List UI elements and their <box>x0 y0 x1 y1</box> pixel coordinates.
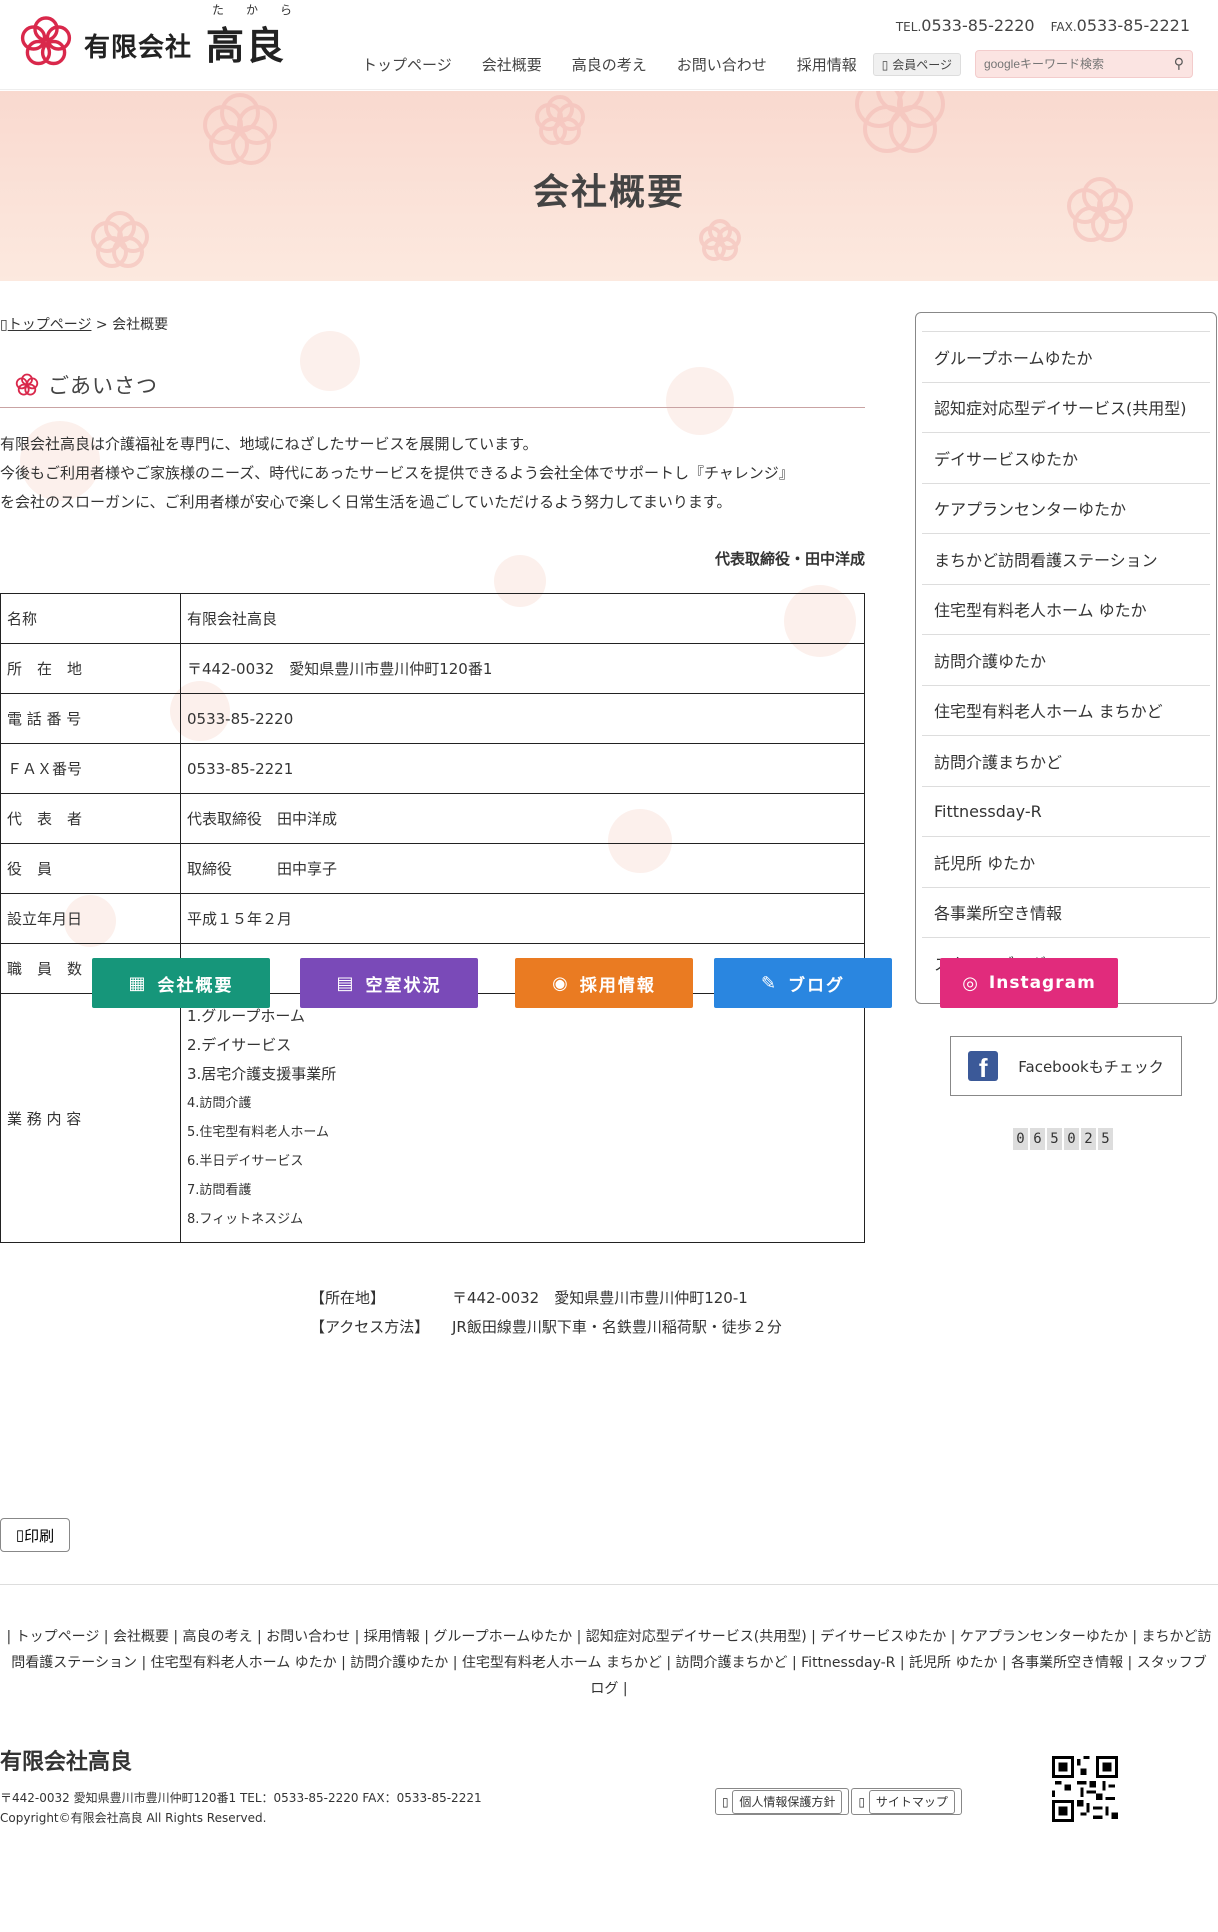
facebook-icon: f <box>968 1051 999 1081</box>
tel-number[interactable]: TEL.0533-85-2220 <box>896 16 1035 35</box>
visitor-counter: 0 6 5 0 2 5 <box>1013 1128 1113 1150</box>
grid-icon: ▤ <box>336 972 356 994</box>
search-input[interactable] <box>983 57 1164 71</box>
sitemap-button[interactable]: ▯ サイトマップ <box>851 1788 962 1815</box>
person-search-icon: ◉ <box>552 972 570 994</box>
footer-links[interactable]: | トップページ | 会社概要 | 高良の考え | お問い合わせ | 採用情報 … <box>0 1624 1218 1702</box>
greeting-signature: 代表取締役・田中洋成 <box>714 550 865 568</box>
sidebar-item-grouphome-yutaka[interactable]: グループホームゆたか <box>922 331 1210 382</box>
building-icon: ▦ <box>128 972 148 994</box>
footer-company-name: 有限会社高良 <box>0 1750 133 1775</box>
fax-number: FAX.0533-85-2221 <box>1050 16 1190 35</box>
print-button[interactable]: ▯ 印刷 <box>0 1518 70 1552</box>
global-nav: トップページ 会社概要 高良の考え お問い合わせ 採用情報 ▯ 会員ページ ⚲ <box>362 50 1193 78</box>
logo-ruby: たから <box>212 2 315 17</box>
sidebar-item-homecare-yutaka[interactable]: 訪問介護ゆたか <box>922 634 1210 685</box>
address-block: 【所在地】 〒442-0032 愛知県豊川市豊川仲町120‐1 【アクセス方法】 J… <box>310 1289 782 1336</box>
company-info-table: 名称 有限会社高良 所 在 地〒442-0032 愛知県豊川市豊川仲町120番1 … <box>0 593 865 1243</box>
sidebar-item-residence-yutaka[interactable]: 住宅型有料老人ホーム ゆたか <box>922 583 1210 635</box>
instagram-button[interactable]: ◎ Instagram <box>940 958 1118 1008</box>
breadcrumb: ▯トップページ > 会社概要 <box>0 317 169 333</box>
breadcrumb-home[interactable]: ▯トップページ <box>0 317 91 333</box>
member-page-button[interactable]: ▯ 会員ページ <box>872 52 961 76</box>
flower-logo-icon <box>20 16 72 66</box>
print-icon: ▯ <box>15 1527 25 1544</box>
vacancy-button[interactable]: ▤ 空室状況 <box>300 958 478 1008</box>
table-row: 代 表 者代表取締役 田中洋成 <box>0 793 865 844</box>
qr-code-icon <box>1052 1756 1118 1822</box>
table-row: ＦＡＸ番号 0533-85-2221 <box>0 743 865 794</box>
flower-icon <box>15 373 39 396</box>
logo-company-name: 高良 <box>206 22 287 68</box>
nav-top[interactable]: トップページ <box>362 54 452 75</box>
site-logo[interactable]: 有限会社 たから 高良 <box>18 3 292 70</box>
search-box: ⚲ <box>974 50 1193 78</box>
sidebar-item-vacancy[interactable]: 各事業所空き情報 <box>922 886 1210 938</box>
nav-recruit[interactable]: 採用情報 <box>797 54 857 75</box>
table-row: 電 話 番 号 0533-85-2220 <box>0 693 865 744</box>
blog-button[interactable]: ✎ ブログ <box>714 958 892 1008</box>
greeting-heading: ごあいさつ <box>0 362 865 408</box>
table-row: 役 員取締役 田中享子 <box>0 843 865 894</box>
page-title: 会社概要 <box>532 172 685 213</box>
page-hero: 会社概要 <box>0 91 1218 281</box>
footer-buttons: ▯ 個人情報保護方針 ▯ サイトマップ <box>715 1788 962 1815</box>
footer-divider <box>0 1584 1218 1585</box>
facebook-link[interactable]: f Facebookもチェック <box>950 1036 1182 1096</box>
table-row: 所 在 地〒442-0032 愛知県豊川市豊川仲町120番1 <box>0 643 865 694</box>
table-row: 業 務 内 容 1.グループホーム 2.デイサービス 3.居宅介護支援事業所 4… <box>0 993 865 1243</box>
table-row: 設立年月日 平成１５年２月 <box>0 893 865 944</box>
instagram-icon: ◎ <box>962 972 979 994</box>
sidebar-item-dementia-dayservice[interactable]: 認知症対応型デイサービス(共用型) <box>922 381 1210 433</box>
edit-icon: ✎ <box>760 972 779 994</box>
business-list: 1.グループホーム 2.デイサービス 3.居宅介護支援事業所 4.訪問介護 5.… <box>187 1007 337 1227</box>
privacy-policy-button[interactable]: ▯ 個人情報保護方針 <box>715 1788 850 1815</box>
sidebar-item-visiting-nurse[interactable]: まちかど訪問看護ステーション <box>922 533 1210 584</box>
nav-company[interactable]: 会社概要 <box>482 54 542 75</box>
sidebar-item-homecare-machikado[interactable]: 訪問介護まちかど <box>922 735 1210 786</box>
company-profile-button[interactable]: ▦ 会社概要 <box>92 958 270 1008</box>
nav-philosophy[interactable]: 高良の考え <box>572 54 647 75</box>
contact-info: TEL.0533-85-2220 FAX.0533-85-2221 <box>896 16 1190 35</box>
sidebar-menu: グループホームゆたか 認知症対応型デイサービス(共用型) デイサービスゆたか ケ… <box>915 312 1217 1004</box>
recruit-button[interactable]: ◉ 採用情報 <box>515 958 693 1008</box>
search-icon[interactable]: ⚲ <box>1174 56 1184 72</box>
sidebar-item-nursery[interactable]: 託児所 ゆたか <box>922 836 1210 887</box>
sidebar-item-careplan-center[interactable]: ケアプランセンターゆたか <box>922 482 1210 534</box>
sidebar-item-dayservice-yutaka[interactable]: デイサービスゆたか <box>922 432 1210 483</box>
logo-company-type: 有限会社 <box>84 32 193 63</box>
sidebar-item-residence-machikado[interactable]: 住宅型有料老人ホーム まちかど <box>922 684 1210 736</box>
breadcrumb-current: 会社概要 <box>112 317 169 333</box>
nav-contact[interactable]: お問い合わせ <box>677 54 767 75</box>
greeting-title: ごあいさつ <box>48 373 158 398</box>
sidebar-item-fitness[interactable]: Fittnessday-R <box>922 785 1210 837</box>
site-header: 有限会社 たから 高良 TEL.0533-85-2220 FAX.0533-85… <box>0 0 1218 90</box>
footer-address: 〒442-0032 愛知県豊川市豊川仲町120番1 TEL：0533-85-22… <box>0 1791 482 1825</box>
table-row: 名称 有限会社高良 <box>0 593 865 644</box>
greeting-text: 有限会社高良は介護福祉を専門に、地域にねざしたサービスを展開しています。 今後も… <box>0 435 794 511</box>
